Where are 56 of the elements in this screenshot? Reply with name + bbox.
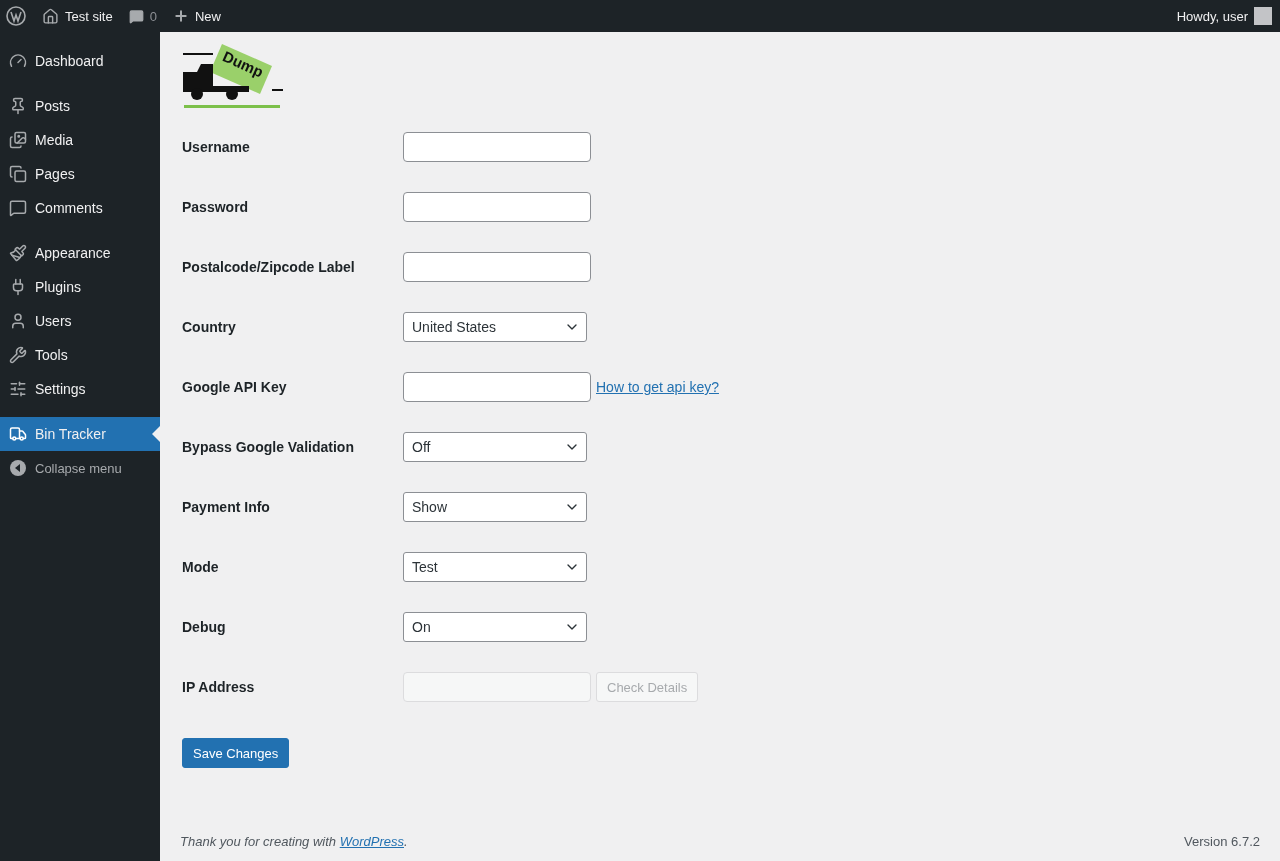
field-label: Google API Key bbox=[182, 378, 288, 397]
gauge-icon bbox=[9, 52, 27, 70]
field-label: Password bbox=[182, 198, 250, 217]
version-text: Version 6.7.2 bbox=[1184, 834, 1260, 849]
menu-item[interactable]: Tools bbox=[0, 338, 160, 372]
sliders-icon bbox=[9, 380, 27, 398]
menu-item[interactable]: Users bbox=[0, 304, 160, 338]
new-link[interactable]: New bbox=[194, 8, 221, 24]
save-changes-button[interactable]: Save Changes bbox=[182, 738, 290, 768]
menu-item[interactable]: Plugins bbox=[0, 270, 160, 304]
field-label: Debug bbox=[182, 618, 227, 637]
menu-item[interactable]: Comments bbox=[0, 191, 160, 225]
input-field[interactable] bbox=[403, 132, 591, 162]
home-icon bbox=[42, 7, 59, 25]
plus-icon[interactable] bbox=[172, 8, 189, 24]
wordpress-logo-icon[interactable] bbox=[6, 6, 26, 26]
wrench-icon bbox=[9, 346, 27, 364]
pages-icon bbox=[9, 165, 27, 183]
speech-bubble-icon bbox=[9, 199, 27, 217]
field-label: Postalcode/Zipcode Label bbox=[182, 258, 356, 277]
field-label: Mode bbox=[182, 558, 220, 577]
field-label: IP Address bbox=[182, 678, 256, 697]
site-name[interactable]: Test site bbox=[65, 8, 113, 24]
user-icon bbox=[9, 312, 27, 330]
menu-item[interactable]: Media bbox=[0, 123, 160, 157]
input-field[interactable] bbox=[403, 252, 591, 282]
select-field[interactable]: Off bbox=[403, 432, 587, 462]
menu-item[interactable]: Settings bbox=[0, 372, 160, 406]
select-field[interactable]: United States bbox=[403, 312, 587, 342]
select-field[interactable]: Test bbox=[403, 552, 587, 582]
input-field[interactable] bbox=[403, 372, 591, 402]
greeting[interactable]: Howdy, user bbox=[1176, 8, 1248, 24]
images-icon bbox=[9, 131, 27, 149]
select-field[interactable]: On bbox=[403, 612, 587, 642]
pin-icon bbox=[9, 97, 27, 115]
collapse-icon bbox=[10, 460, 26, 476]
input-field[interactable] bbox=[403, 192, 591, 222]
wordpress-link[interactable]: WordPress bbox=[339, 834, 404, 849]
collapse-menu-button[interactable]: Collapse menu bbox=[0, 451, 160, 485]
menu-item[interactable]: Dashboard bbox=[0, 44, 160, 78]
footer-text: Thank you for creating with WordPress. bbox=[180, 834, 408, 849]
field-label: Bypass Google Validation bbox=[182, 438, 355, 457]
site-link[interactable]: Test site bbox=[42, 7, 113, 25]
speech-bubble-icon[interactable] bbox=[128, 8, 144, 24]
field-label: Payment Info bbox=[182, 498, 271, 517]
help-link[interactable]: How to get api key? bbox=[596, 379, 719, 395]
truck-icon bbox=[9, 425, 27, 443]
field-label: Username bbox=[182, 138, 251, 157]
comment-count[interactable]: 0 bbox=[149, 8, 157, 24]
paintbrush-icon bbox=[9, 244, 27, 262]
menu-item[interactable]: Posts bbox=[0, 89, 160, 123]
field-label: Country bbox=[182, 318, 237, 337]
menu-item[interactable]: Bin Tracker bbox=[0, 417, 160, 451]
menu-item[interactable]: Pages bbox=[0, 157, 160, 191]
select-field[interactable]: Show bbox=[403, 492, 587, 522]
menu-item[interactable]: Appearance bbox=[0, 236, 160, 270]
